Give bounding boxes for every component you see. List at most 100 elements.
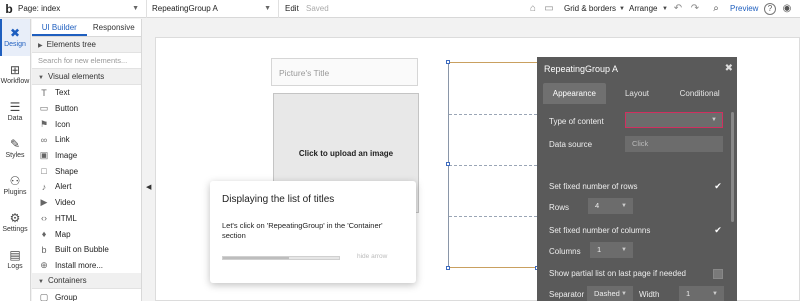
element-alert[interactable]: ♪ Alert bbox=[32, 179, 141, 195]
video-icon: ▶ bbox=[40, 197, 48, 208]
separator-dropdown[interactable]: Dashed ▼ bbox=[587, 286, 633, 301]
property-editor-title: RepeatingGroup A bbox=[544, 64, 619, 74]
undo-icon[interactable]: ↶ bbox=[672, 3, 684, 15]
rows-value: 4 bbox=[595, 201, 600, 210]
width-dropdown[interactable]: 1 ▼ bbox=[679, 286, 724, 301]
account-icon[interactable]: ◉ bbox=[781, 3, 793, 15]
triangle-down-icon: ▼ bbox=[38, 279, 44, 286]
flag-icon: ⚑ bbox=[39, 118, 49, 129]
containers-section[interactable]: ▼ Containers bbox=[32, 273, 141, 290]
elements-panel: UI Builder Responsive ▶ Elements tree Sea… bbox=[32, 19, 142, 301]
element-text[interactable]: T Text bbox=[32, 85, 141, 101]
element-label: Map bbox=[55, 229, 71, 239]
columns-dropdown[interactable]: 1 ▼ bbox=[590, 242, 633, 258]
data-source-field[interactable]: Click bbox=[625, 136, 723, 152]
element-icon[interactable]: ⚑ Icon bbox=[32, 116, 141, 132]
marketplace-icon[interactable]: ⌂ bbox=[527, 3, 539, 15]
separator-value: Dashed bbox=[594, 289, 620, 298]
element-install-more[interactable]: ⊕ Install more... bbox=[32, 258, 141, 274]
property-editor-header[interactable]: RepeatingGroup A ✖ bbox=[537, 57, 737, 81]
visual-elements-section[interactable]: ▼ Visual elements bbox=[32, 69, 141, 85]
workflow-icon: ⊞ bbox=[9, 63, 21, 77]
partial-list-checkbox[interactable] bbox=[713, 269, 723, 279]
collapse-panel-icon[interactable]: ◀ bbox=[146, 183, 151, 191]
editor-root: b Page: index ▼ RepeatingGroup A ▼ Edit … bbox=[0, 0, 800, 301]
redo-icon[interactable]: ↷ bbox=[689, 3, 701, 15]
element-label: Icon bbox=[55, 119, 71, 129]
bookmark-icon[interactable]: ▭ bbox=[543, 3, 555, 15]
tab-appearance[interactable]: Appearance bbox=[543, 83, 606, 104]
elements-tree-section[interactable]: ▶ Elements tree bbox=[32, 37, 141, 53]
edit-menu[interactable]: Edit bbox=[285, 0, 299, 18]
picture-title-input[interactable]: Picture's Title bbox=[271, 58, 418, 86]
repeating-group[interactable] bbox=[446, 60, 539, 270]
nav-data[interactable]: ☰ Data bbox=[0, 93, 30, 130]
bubble-logo-icon[interactable]: b bbox=[0, 0, 18, 18]
arrange-menu[interactable]: Arrange bbox=[629, 0, 657, 18]
nav-logs[interactable]: ▤ Logs bbox=[0, 241, 30, 278]
check-icon[interactable]: ✔ bbox=[713, 225, 723, 235]
scrollbar[interactable] bbox=[731, 112, 734, 222]
element-select[interactable]: RepeatingGroup A ▼ bbox=[152, 2, 275, 16]
nav-label: Plugins bbox=[3, 189, 27, 196]
chevron-down-icon: ▼ bbox=[621, 203, 627, 209]
nav-design[interactable]: ✖ Design bbox=[0, 19, 30, 56]
nav-label: Design bbox=[4, 41, 26, 48]
link-icon: ∞ bbox=[40, 134, 48, 145]
type-of-content-dropdown[interactable]: ▼ bbox=[625, 112, 723, 128]
button-icon: ▭ bbox=[39, 103, 49, 114]
chevron-down-icon: ▼ bbox=[619, 6, 625, 12]
fixed-rows-label: Set fixed number of rows bbox=[549, 182, 638, 191]
fixed-columns-label: Set fixed number of columns bbox=[549, 226, 651, 235]
bubble-icon: b bbox=[41, 244, 47, 255]
grid-borders-menu[interactable]: Grid & borders bbox=[564, 0, 616, 18]
rows-dropdown[interactable]: 4 ▼ bbox=[588, 198, 633, 214]
section-label: Elements tree bbox=[46, 40, 96, 49]
width-value: 1 bbox=[686, 289, 691, 298]
row-divider bbox=[449, 114, 537, 115]
element-map[interactable]: ♦ Map bbox=[32, 226, 141, 242]
element-built-on-bubble[interactable]: b Built on Bubble bbox=[32, 242, 141, 258]
plugins-icon: ⚇ bbox=[9, 174, 21, 188]
element-label: Link bbox=[55, 135, 70, 145]
help-icon[interactable]: ? bbox=[764, 3, 776, 15]
element-image[interactable]: ▣ Image bbox=[32, 148, 141, 164]
property-tabs: Appearance Layout Conditional bbox=[543, 83, 731, 104]
tutorial-progress-bar bbox=[222, 256, 340, 260]
element-button[interactable]: ▭ Button bbox=[32, 101, 141, 117]
tab-layout[interactable]: Layout bbox=[606, 83, 669, 104]
element-group[interactable]: ▢ Group bbox=[32, 289, 141, 301]
rows-label: Rows bbox=[549, 203, 570, 212]
chevron-down-icon: ▼ bbox=[662, 6, 668, 12]
element-link[interactable]: ∞ Link bbox=[32, 132, 141, 148]
page-select-label: Page: index bbox=[18, 4, 61, 13]
width-label: Width bbox=[639, 290, 660, 299]
element-label: Alert bbox=[55, 182, 72, 192]
element-shape[interactable]: □ Shape bbox=[32, 163, 141, 179]
tab-ui-builder[interactable]: UI Builder bbox=[32, 19, 87, 36]
row-divider bbox=[449, 216, 537, 217]
nav-workflow[interactable]: ⊞ Workflow bbox=[0, 56, 30, 93]
nav-settings[interactable]: ⚙ Settings bbox=[0, 204, 30, 241]
nav-styles[interactable]: ✎ Styles bbox=[0, 130, 30, 167]
design-icon: ✖ bbox=[9, 26, 21, 40]
close-icon[interactable]: ✖ bbox=[725, 57, 733, 81]
element-html[interactable]: ‹› HTML bbox=[32, 211, 141, 227]
element-search-input[interactable]: Search for new elements... bbox=[32, 53, 141, 69]
tab-conditional[interactable]: Conditional bbox=[668, 83, 731, 104]
hide-arrow-link[interactable]: hide arrow bbox=[357, 253, 387, 260]
page-select[interactable]: Page: index ▼ bbox=[18, 2, 143, 16]
search-icon[interactable]: ⌕ bbox=[710, 3, 722, 15]
resize-handle[interactable] bbox=[446, 162, 450, 166]
map-pin-icon: ♦ bbox=[41, 229, 47, 240]
panel-tabs: UI Builder Responsive bbox=[32, 19, 141, 37]
nav-plugins[interactable]: ⚇ Plugins bbox=[0, 167, 30, 204]
preview-button[interactable]: Preview bbox=[730, 0, 758, 18]
element-video[interactable]: ▶ Video bbox=[32, 195, 141, 211]
chevron-down-icon: ▼ bbox=[264, 5, 271, 12]
tab-responsive[interactable]: Responsive bbox=[87, 19, 142, 36]
resize-handle[interactable] bbox=[446, 60, 450, 64]
check-icon[interactable]: ✔ bbox=[713, 181, 723, 191]
resize-handle[interactable] bbox=[446, 266, 450, 270]
progress-fill bbox=[223, 257, 290, 259]
